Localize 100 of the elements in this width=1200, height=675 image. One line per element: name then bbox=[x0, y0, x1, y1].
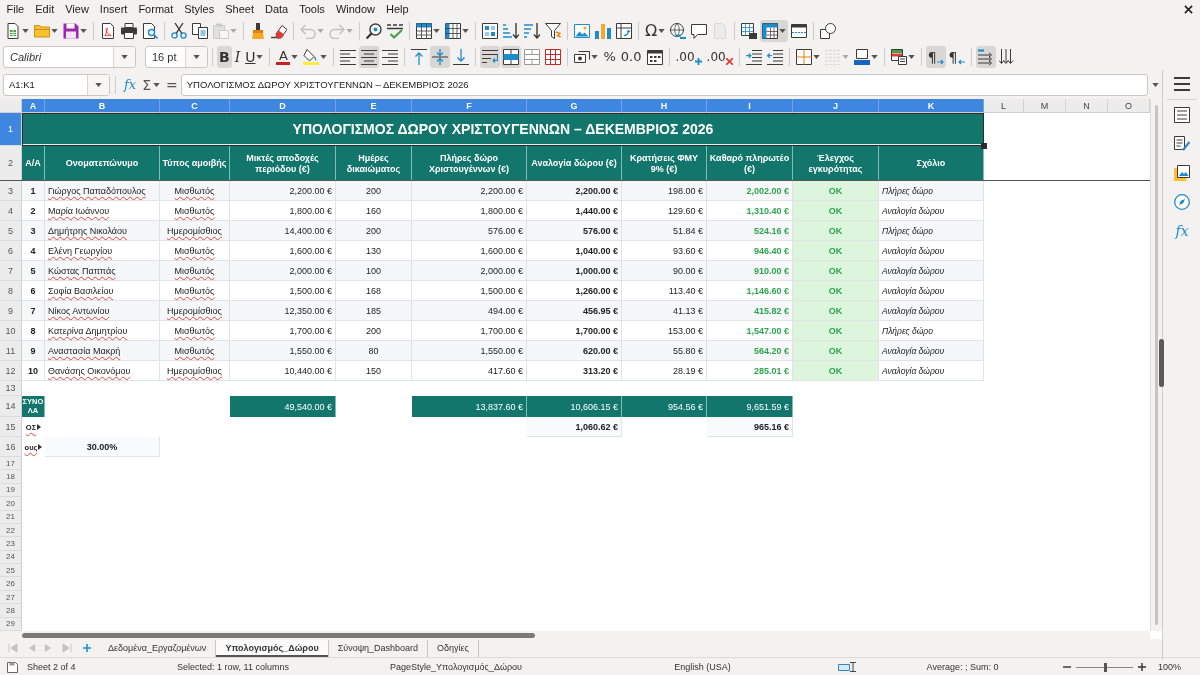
column-header[interactable]: F bbox=[412, 99, 527, 113]
shapes-button[interactable] bbox=[818, 20, 839, 42]
row-header[interactable]: 4 bbox=[0, 201, 22, 221]
freeze-panes-button[interactable] bbox=[760, 20, 789, 42]
row-header[interactable]: 18 bbox=[0, 470, 22, 484]
column-header[interactable]: A bbox=[22, 99, 45, 113]
name-box[interactable]: A1:K1 bbox=[3, 73, 110, 96]
percent-format-button[interactable]: % bbox=[601, 46, 618, 68]
font-name-field[interactable]: Calibri bbox=[3, 46, 136, 68]
sort-descending-button[interactable] bbox=[522, 20, 542, 42]
row-header[interactable]: 26 bbox=[0, 577, 22, 591]
page-style[interactable]: PageStyle_Υπολογισμός_Δώρου bbox=[390, 662, 522, 672]
align-center-button[interactable] bbox=[359, 46, 380, 68]
autofilter-button[interactable] bbox=[543, 20, 563, 42]
italic-button[interactable]: I bbox=[232, 46, 243, 68]
row-header[interactable]: 25 bbox=[0, 564, 22, 578]
gallery-button[interactable] bbox=[1172, 162, 1192, 184]
row-header[interactable]: 7 bbox=[0, 261, 22, 281]
zoom-in-icon[interactable] bbox=[1138, 663, 1146, 671]
border-color-button[interactable] bbox=[851, 46, 880, 68]
close-icon[interactable] bbox=[1184, 4, 1193, 14]
zoom-level[interactable]: 100% bbox=[1158, 662, 1182, 672]
row-header[interactable]: 2 bbox=[0, 146, 22, 181]
cut-button[interactable] bbox=[169, 20, 189, 42]
menu-item[interactable]: File bbox=[1, 2, 30, 16]
sort-button[interactable] bbox=[480, 20, 500, 42]
print-preview-button[interactable] bbox=[140, 20, 160, 42]
number-format-button[interactable]: 0.0 bbox=[618, 46, 644, 68]
merge-cells-button[interactable] bbox=[522, 46, 543, 68]
text-cursor-icon[interactable] bbox=[850, 662, 856, 672]
dropdown-button[interactable] bbox=[87, 74, 109, 95]
rows-button[interactable] bbox=[414, 20, 442, 42]
menu-item[interactable]: Edit bbox=[29, 2, 60, 16]
hyperlink-button[interactable] bbox=[668, 20, 689, 42]
column-header[interactable]: E bbox=[336, 99, 412, 113]
column-header[interactable]: O bbox=[1108, 99, 1150, 113]
row-header[interactable]: 8 bbox=[0, 281, 22, 301]
sheet-tab[interactable]: Οδηγίες bbox=[428, 639, 479, 657]
find-replace-button[interactable] bbox=[364, 20, 384, 42]
menu-item[interactable]: Styles bbox=[178, 2, 220, 16]
sort-ascending-button[interactable] bbox=[501, 20, 521, 42]
sheet-tab[interactable]: Υπολογισμός_Δώρου bbox=[216, 639, 329, 657]
dropdown-button[interactable] bbox=[113, 47, 135, 67]
row-header[interactable]: 20 bbox=[0, 497, 22, 511]
row-header[interactable]: 11 bbox=[0, 341, 22, 361]
columns-button[interactable] bbox=[443, 20, 471, 42]
menu-item[interactable]: Tools bbox=[293, 2, 331, 16]
unmerge-cells-button[interactable] bbox=[543, 46, 564, 68]
merge-center-button[interactable] bbox=[501, 46, 522, 68]
delete-decimal-button[interactable]: .00 bbox=[704, 46, 735, 68]
menu-item[interactable]: Data bbox=[259, 2, 294, 16]
font-size-field[interactable]: 16 pt bbox=[145, 46, 208, 68]
menu-item[interactable]: Help bbox=[380, 2, 415, 16]
row-header[interactable]: 12 bbox=[0, 361, 22, 381]
slider-thumb[interactable] bbox=[1103, 662, 1107, 672]
pivot-table-button[interactable] bbox=[614, 20, 634, 42]
row-header[interactable]: 16 bbox=[0, 437, 22, 457]
sum-button[interactable]: Σ bbox=[139, 73, 163, 96]
text-left-to-right-button[interactable] bbox=[975, 46, 996, 68]
row-header[interactable]: 10 bbox=[0, 321, 22, 341]
row-header[interactable]: 6 bbox=[0, 241, 22, 261]
vertical-scrollbar[interactable] bbox=[1150, 99, 1162, 631]
print-button[interactable] bbox=[119, 20, 139, 42]
left-to-right-button[interactable]: ¶ bbox=[925, 46, 946, 68]
column-header[interactable]: I bbox=[707, 99, 793, 113]
row-header[interactable]: 28 bbox=[0, 604, 22, 618]
row-header[interactable]: 14 bbox=[0, 396, 22, 417]
language-status[interactable]: English (USA) bbox=[674, 662, 731, 672]
special-character-button[interactable]: Ω bbox=[643, 20, 668, 42]
row-header[interactable]: 23 bbox=[0, 537, 22, 551]
borders-button[interactable] bbox=[793, 46, 822, 68]
font-color-button[interactable]: A bbox=[274, 46, 301, 68]
row-header[interactable]: 15 bbox=[0, 417, 22, 437]
properties-button[interactable] bbox=[1172, 104, 1192, 126]
menu-item[interactable]: Insert bbox=[94, 2, 133, 16]
wrap-text-button[interactable] bbox=[480, 46, 501, 68]
menu-item[interactable]: Format bbox=[132, 2, 179, 16]
sheet-tab[interactable]: Σύνοψη_Dashboard bbox=[328, 639, 429, 657]
print-area-button[interactable] bbox=[739, 20, 760, 42]
align-bottom-button[interactable] bbox=[451, 46, 472, 68]
menu-item[interactable]: View bbox=[59, 2, 95, 16]
add-sheet-button[interactable] bbox=[83, 644, 91, 652]
row-header[interactable]: 17 bbox=[0, 457, 22, 471]
column-header[interactable]: D bbox=[230, 99, 336, 113]
row-header[interactable]: 5 bbox=[0, 221, 22, 241]
bold-button[interactable]: B bbox=[217, 46, 232, 68]
row-header[interactable]: 3 bbox=[0, 181, 22, 201]
column-header[interactable]: K bbox=[879, 99, 984, 113]
fill-handle[interactable] bbox=[981, 143, 987, 149]
right-to-left-button[interactable]: ¶ bbox=[946, 46, 967, 68]
column-header[interactable]: H bbox=[622, 99, 707, 113]
column-header[interactable]: N bbox=[1066, 99, 1108, 113]
menu-item[interactable]: Window bbox=[330, 2, 381, 16]
conditional-format-button[interactable] bbox=[888, 46, 917, 68]
row-header[interactable]: 13 bbox=[0, 381, 22, 396]
column-header[interactable]: G bbox=[527, 99, 622, 113]
column-header[interactable]: J bbox=[793, 99, 879, 113]
formula-input[interactable]: ΥΠΟΛΟΓΙΣΜΟΣ ΔΩΡΟΥ ΧΡΙΣΤΟΥΓΕΝΝΩΝ – ΔΕΚΕΜΒΡΙΟΣ 2026 bbox=[180, 73, 1148, 96]
copy-button[interactable] bbox=[190, 20, 210, 42]
column-header[interactable]: B bbox=[45, 99, 160, 113]
